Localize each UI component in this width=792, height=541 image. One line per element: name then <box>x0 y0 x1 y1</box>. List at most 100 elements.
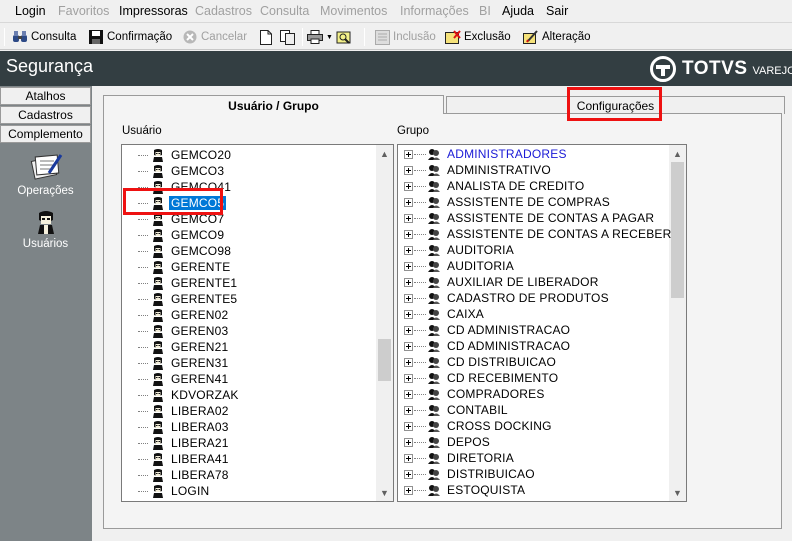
expand-plus-icon[interactable] <box>404 245 413 255</box>
expand-plus-icon[interactable] <box>404 213 413 223</box>
expand-plus-icon[interactable] <box>404 293 413 303</box>
user-list-item[interactable]: LIBERA78 <box>128 467 231 483</box>
user-list-item[interactable]: GERENTE1 <box>128 275 239 291</box>
expand-plus-icon[interactable] <box>404 453 413 463</box>
group-list-item[interactable]: AUDITORIA <box>404 258 516 274</box>
menu-item-9[interactable]: Sair <box>546 4 568 18</box>
sidebar-cadastros-button[interactable]: Cadastros <box>0 106 91 124</box>
copy-document-button[interactable] <box>280 27 299 47</box>
expand-plus-icon[interactable] <box>404 485 413 495</box>
group-list-item[interactable]: ADMINISTRATIVO <box>404 162 553 178</box>
sidebar-atalhos-button[interactable]: Atalhos <box>0 87 91 105</box>
expand-plus-icon[interactable] <box>404 261 413 271</box>
user-list-item[interactable]: GERENTE5 <box>128 291 239 307</box>
menu-item-1[interactable]: Favoritos <box>58 4 109 18</box>
group-list-item[interactable]: CD ADMINISTRACAO <box>404 338 572 354</box>
consulta-button[interactable]: Consulta <box>12 27 76 47</box>
user-list-item[interactable]: GERENTE <box>128 259 232 275</box>
sidebar-item-usuarios[interactable]: Usuários <box>0 210 91 250</box>
group-name: ADMINISTRADORES <box>447 147 567 161</box>
confirmacao-button[interactable]: Confirmação <box>88 27 172 47</box>
group-list-item[interactable]: DIRETORIA <box>404 450 516 466</box>
group-list-item[interactable]: CD DISTRIBUICAO <box>404 354 558 370</box>
group-list-item[interactable]: ADMINISTRADORES <box>404 146 569 162</box>
print-button[interactable]: ▼ <box>307 27 355 47</box>
group-list-item[interactable]: CROSS DOCKING <box>404 418 554 434</box>
user-list-item[interactable]: GEMCO20 <box>128 147 233 163</box>
menu-item-4[interactable]: Consulta <box>260 4 309 18</box>
group-list-item[interactable]: ESTOQUISTA <box>404 482 527 498</box>
inclusao-button[interactable]: Inclusão <box>374 27 436 47</box>
scroll-up-icon[interactable]: ▲ <box>669 145 686 162</box>
group-list-item[interactable]: ASSISTENTE DE COMPRAS <box>404 194 612 210</box>
new-document-button[interactable] <box>258 27 277 47</box>
user-icon <box>151 436 165 450</box>
user-list-item[interactable]: LIBERA02 <box>128 403 231 419</box>
group-list-item[interactable]: CAIXA <box>404 306 486 322</box>
scroll-up-icon[interactable]: ▲ <box>376 145 393 162</box>
group-list-item[interactable]: COMPRADORES <box>404 386 547 402</box>
group-list-item[interactable]: ASSISTENTE DE CONTAS A RECEBER <box>404 226 674 242</box>
expand-plus-icon[interactable] <box>404 229 413 239</box>
user-list-item[interactable]: GEREN21 <box>128 339 230 355</box>
menu-item-3[interactable]: Cadastros <box>195 4 252 18</box>
group-list-item[interactable]: CD RECEBIMENTO <box>404 370 560 386</box>
group-list-item[interactable]: ASSISTENTE DE CONTAS A PAGAR <box>404 210 656 226</box>
group-list-item[interactable]: AUXILIAR DE LIBERADOR <box>404 274 601 290</box>
user-list-item[interactable]: GEREN41 <box>128 371 230 387</box>
printer-icon <box>307 29 323 45</box>
user-list-item[interactable]: KDVORZAK <box>128 387 241 403</box>
groups-list[interactable]: ▲ ▼ ADMINISTRADORES ADMINISTRATIVO ANALIST… <box>397 144 687 502</box>
groups-scrollbar[interactable]: ▲ ▼ <box>669 145 686 501</box>
scroll-down-icon[interactable]: ▼ <box>376 484 393 501</box>
user-list-item[interactable]: GEMCO3 <box>128 163 226 179</box>
user-list-item[interactable]: LIBERA03 <box>128 419 231 435</box>
add-record-icon <box>374 29 390 45</box>
user-list-item[interactable]: LIBERA41 <box>128 451 231 467</box>
user-list-item[interactable]: GEMCO9 <box>128 227 226 243</box>
group-list-item[interactable]: CONTABIL <box>404 402 510 418</box>
user-list-item[interactable]: LOGIN <box>128 483 211 499</box>
group-list-item[interactable]: AUDITORIA <box>404 242 516 258</box>
expand-plus-icon[interactable] <box>404 197 413 207</box>
user-list-item[interactable]: GEREN31 <box>128 355 230 371</box>
expand-plus-icon[interactable] <box>404 309 413 319</box>
expand-plus-icon[interactable] <box>404 437 413 447</box>
expand-plus-icon[interactable] <box>404 373 413 383</box>
expand-plus-icon[interactable] <box>404 325 413 335</box>
user-list-item[interactable]: LIBERA21 <box>128 435 231 451</box>
menu-item-2[interactable]: Impressoras <box>119 4 188 18</box>
menu-item-8[interactable]: Ajuda <box>502 4 534 18</box>
expand-plus-icon[interactable] <box>404 421 413 431</box>
sidebar-item-operacoes[interactable]: Operações <box>0 151 91 197</box>
users-scroll-thumb[interactable] <box>378 339 391 381</box>
users-scrollbar[interactable]: ▲ ▼ <box>376 145 393 501</box>
expand-plus-icon[interactable] <box>404 149 413 159</box>
group-list-item[interactable]: DISTRIBUICAO <box>404 466 537 482</box>
group-list-item[interactable]: ANALISTA DE CREDITO <box>404 178 586 194</box>
menu-item-0[interactable]: Login <box>15 4 46 18</box>
menu-item-5[interactable]: Movimentos <box>320 4 387 18</box>
exclusao-button[interactable]: Exclusão <box>445 27 511 47</box>
expand-plus-icon[interactable] <box>404 389 413 399</box>
alteracao-button[interactable]: Alteração <box>523 27 591 47</box>
menu-item-6[interactable]: Informações <box>400 4 469 18</box>
user-list-item[interactable]: GEREN03 <box>128 323 230 339</box>
expand-plus-icon[interactable] <box>404 469 413 479</box>
cancelar-button[interactable]: Cancelar <box>182 27 247 47</box>
group-list-item[interactable]: CD ADMINISTRACAO <box>404 322 572 338</box>
expand-plus-icon[interactable] <box>404 181 413 191</box>
user-list-item[interactable]: GEREN02 <box>128 307 230 323</box>
sidebar-complemento-button[interactable]: Complemento <box>0 125 91 143</box>
scroll-down-icon[interactable]: ▼ <box>669 484 686 501</box>
expand-plus-icon[interactable] <box>404 357 413 367</box>
expand-plus-icon[interactable] <box>404 277 413 287</box>
group-list-item[interactable]: CADASTRO DE PRODUTOS <box>404 290 611 306</box>
user-list-item[interactable]: GEMCO98 <box>128 243 233 259</box>
expand-plus-icon[interactable] <box>404 341 413 351</box>
group-list-item[interactable]: DEPOS <box>404 434 492 450</box>
expand-plus-icon[interactable] <box>404 165 413 175</box>
expand-plus-icon[interactable] <box>404 405 413 415</box>
menu-item-7[interactable]: BI <box>479 4 491 18</box>
tab-usuario-grupo[interactable]: Usuário / Grupo <box>103 95 444 114</box>
